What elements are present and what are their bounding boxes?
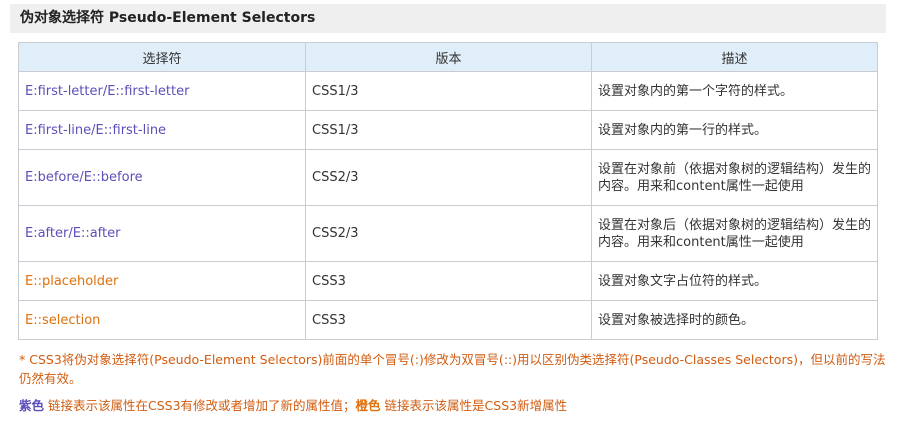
description-cell: 设置在对象前（依据对象树的逻辑结构）发生的内容。用来和content属性一起使用 [591,149,878,206]
version-cell: CSS2/3 [305,149,592,206]
pseudo-element-table: 选择符 版本 描述 E:first-letter/E::first-letter… [18,42,878,340]
version-cell: CSS1/3 [305,110,592,150]
legend-orange-word: 橙色 [355,398,381,413]
description-cell: 设置对象文字占位符的样式。 [591,261,878,301]
selector-link-placeholder[interactable]: E::placeholder [25,274,118,289]
selector-link-before[interactable]: E:before/E::before [25,170,143,185]
selector-cell: E:after/E::after [18,205,306,262]
selector-cell: E::placeholder [18,261,306,301]
compat-note: * CSS3将伪对象选择符(Pseudo-Element Selectors)前… [19,352,886,386]
table-header-row: 选择符 版本 描述 [18,42,878,72]
table-row: E:before/E::before CSS2/3 设置在对象前（依据对象树的逻… [18,149,878,206]
table-row: E::placeholder CSS3 设置对象文字占位符的样式。 [18,261,878,301]
legend-purple-word: 紫色 [19,398,45,413]
description-cell: 设置对象被选择时的颜色。 [591,300,878,340]
selector-link-after[interactable]: E:after/E::after [25,226,120,241]
table-row: E:after/E::after CSS2/3 设置在对象后（依据对象树的逻辑结… [18,205,878,262]
version-cell: CSS3 [305,300,592,340]
version-cell: CSS3 [305,261,592,301]
selector-link-first-line[interactable]: E:first-line/E::first-line [25,123,166,138]
selector-cell: E:before/E::before [18,149,306,206]
table-row: E:first-letter/E::first-letter CSS1/3 设置… [18,71,878,111]
selector-cell: E:first-letter/E::first-letter [18,71,306,111]
color-legend: 紫色 链接表示该属性在CSS3有修改或者增加了新的属性值；橙色 链接表示该属性是… [19,396,889,415]
table-row: E:first-line/E::first-line CSS1/3 设置对象内的… [18,110,878,150]
header-selector: 选择符 [18,42,306,72]
section-title: 伪对象选择符 Pseudo-Element Selectors [10,4,886,33]
legend-purple-text: 链接表示该属性在CSS3有修改或者增加了新的属性值； [44,398,356,413]
header-version: 版本 [305,42,592,72]
version-cell: CSS1/3 [305,71,592,111]
legend-orange-text: 链接表示该属性是CSS3新增属性 [380,398,568,413]
selector-link-selection[interactable]: E::selection [25,313,100,328]
selector-cell: E:first-line/E::first-line [18,110,306,150]
version-cell: CSS2/3 [305,205,592,262]
table-row: E::selection CSS3 设置对象被选择时的颜色。 [18,300,878,340]
selector-cell: E::selection [18,300,306,340]
description-cell: 设置在对象后（依据对象树的逻辑结构）发生的内容。用来和content属性一起使用 [591,205,878,262]
description-cell: 设置对象内的第一个字符的样式。 [591,71,878,111]
selector-link-first-letter[interactable]: E:first-letter/E::first-letter [25,84,189,99]
header-description: 描述 [591,42,878,72]
description-cell: 设置对象内的第一行的样式。 [591,110,878,150]
